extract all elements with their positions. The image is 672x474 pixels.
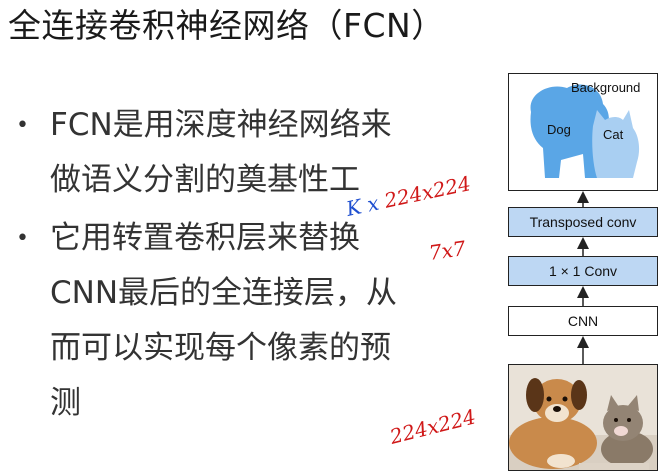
cat-mask	[592, 110, 640, 178]
bullet-dot: •	[16, 113, 29, 138]
layer-label: 1 × 1 Conv	[548, 263, 618, 279]
dog-cat-photo	[509, 365, 657, 470]
bullet-line: 做语义分割的奠基性工	[50, 162, 360, 198]
bullet-text: 它用转置卷积层来替换 CNN最后的全连接层，从 而可以实现每个像素的预 测	[50, 211, 432, 431]
segmentation-output: Background Dog Cat	[508, 73, 658, 191]
bullet-item: • 它用转置卷积层来替换 CNN最后的全连接层，从 而可以实现每个像素的预 测	[12, 211, 442, 431]
layer-label: CNN	[567, 313, 599, 329]
input-image	[508, 364, 658, 471]
segmentation-mask: Background Dog Cat	[530, 80, 640, 178]
dog-label: Dog	[547, 122, 571, 137]
bullet-dot: •	[16, 226, 29, 251]
bullet-line: CNN最后的全连接层，从	[50, 275, 398, 311]
bullet-line: 测	[50, 385, 81, 421]
bullet-text: FCN是用深度神经网络来 做语义分割的奠基性工	[50, 98, 432, 208]
bullet-line: FCN是用深度神经网络来	[50, 107, 392, 143]
cat-label: Cat	[603, 127, 624, 142]
slide-title: 全连接卷积神经网络（FCN）	[8, 6, 445, 45]
layer-label: Transposed conv	[529, 214, 637, 230]
conv-1x1-layer: 1 × 1 Conv	[508, 256, 658, 286]
transposed-conv-layer: Transposed conv	[508, 207, 658, 237]
background-label: Background	[571, 80, 640, 95]
bullet-line: 而可以实现每个像素的预	[50, 330, 391, 366]
bullet-list: • FCN是用深度神经网络来 做语义分割的奠基性工 • 它用转置卷积层来替换 C…	[12, 98, 442, 431]
bullet-line: 它用转置卷积层来替换	[50, 220, 360, 256]
cnn-layer: CNN	[508, 306, 658, 336]
bullet-item: • FCN是用深度神经网络来 做语义分割的奠基性工	[12, 98, 442, 208]
